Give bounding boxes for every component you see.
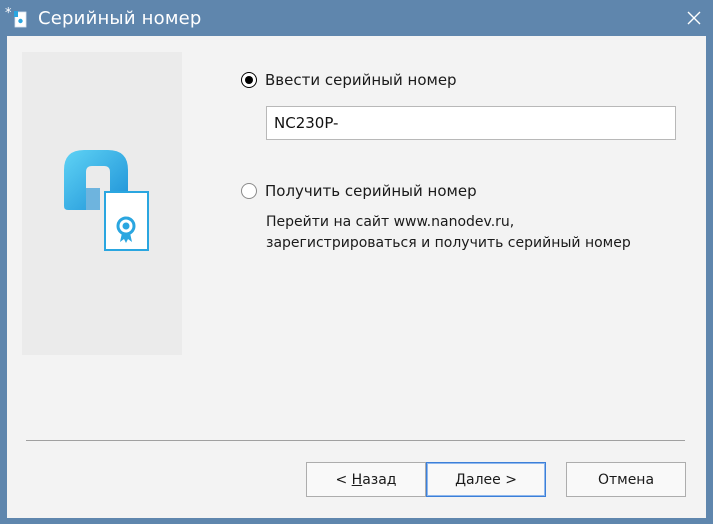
next-button-mnemonic: Д [455,471,466,488]
radio-get-serial[interactable]: Получить серийный номер [241,182,477,200]
cancel-button-label: Отмена [597,471,655,488]
back-button-mnemonic: Н [351,471,363,488]
radio-get-serial-button[interactable] [241,183,257,199]
svg-text:*: * [5,6,12,21]
button-divider [26,440,685,441]
app-certificate-icon: * [5,6,27,28]
radio-get-serial-label[interactable]: Получить серийный номер [265,182,477,200]
radio-enter-serial[interactable]: Ввести серийный номер [241,71,457,89]
next-button[interactable]: Далее > [426,462,546,497]
description-line-2: зарегистрироваться и получить серийный н… [266,235,631,251]
title-bar[interactable]: * Серийный номер [0,0,713,36]
serial-number-input[interactable] [266,106,676,140]
serial-number-dialog: * Серийный номер Ввести серийный номер N… [0,0,713,524]
window-title: Серийный номер [38,8,202,29]
dialog-body: Ввести серийный номер Получить серийный … [7,36,706,518]
back-button-rest: азад [362,471,397,488]
description-line-1: Перейти на сайт www.nanodev.ru, [266,214,515,230]
radio-enter-serial-button[interactable] [241,72,257,88]
cancel-button[interactable]: Отмена [566,462,686,497]
side-panel [22,52,182,355]
nanocad-certificate-icon [64,150,149,251]
next-button-rest: алее > [466,471,517,488]
get-serial-description: Перейти на сайт www.nanodev.ru, зарегист… [266,212,631,254]
close-icon[interactable] [685,9,703,27]
radio-enter-serial-label[interactable]: Ввести серийный номер [265,71,457,89]
back-button[interactable]: < Назад [306,462,426,497]
back-button-prefix: < [335,471,352,488]
